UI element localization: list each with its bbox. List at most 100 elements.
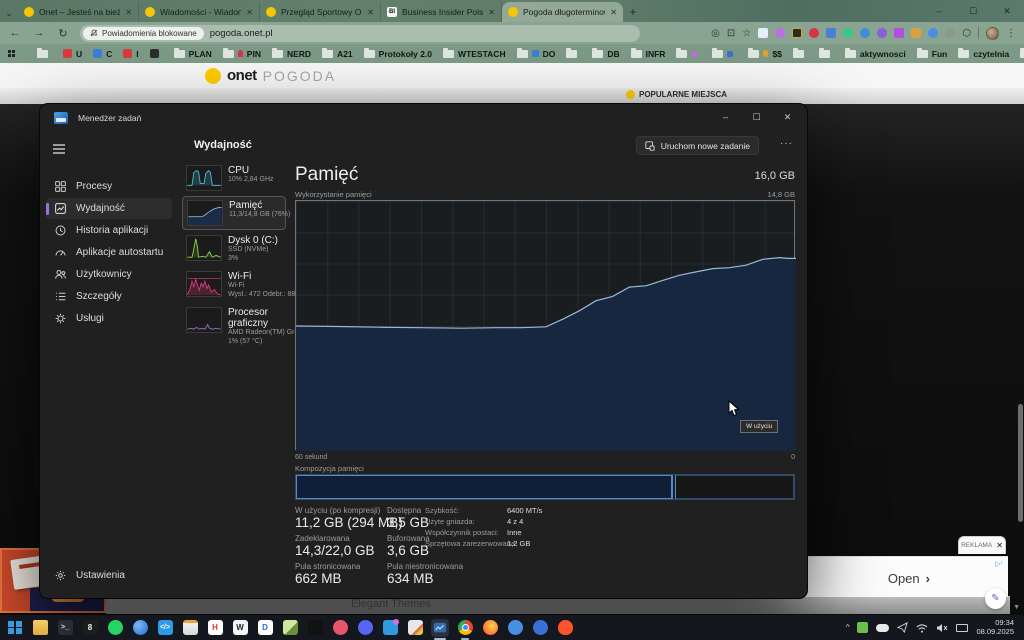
- bookmark-folder[interactable]: PLAN: [173, 47, 212, 59]
- reklama-close-icon[interactable]: ✕: [996, 541, 1003, 550]
- scrollbar-down-arrow[interactable]: ▼: [1013, 604, 1020, 611]
- extension-icon[interactable]: [894, 28, 905, 38]
- extension-icon[interactable]: [758, 28, 769, 38]
- brave-icon[interactable]: [556, 619, 574, 637]
- start-button[interactable]: [6, 619, 24, 637]
- bookmark-folder[interactable]: A21: [322, 47, 353, 59]
- sidebar-item-wydajnosc[interactable]: Wydajność: [46, 198, 172, 219]
- tab-wiadomosci[interactable]: Wiadomości - Wiadomości w O ✕: [139, 2, 260, 22]
- telegram-tray-icon[interactable]: [897, 622, 909, 633]
- browser-menu-icon[interactable]: ⋮: [1006, 28, 1016, 39]
- extension-icon[interactable]: [928, 28, 939, 38]
- keyboard-tray-icon[interactable]: [956, 623, 969, 632]
- adchoices-icon[interactable]: ▷ⁱ: [995, 560, 1002, 568]
- browser-minimize-button[interactable]: –: [922, 0, 956, 22]
- tm-minimize-button[interactable]: –: [710, 104, 741, 130]
- address-bar[interactable]: Powiadomienia blokowane pogoda.onet.pl: [80, 24, 640, 42]
- d-app-icon[interactable]: D: [256, 619, 274, 637]
- back-button[interactable]: ←: [8, 27, 22, 39]
- sidebar-item-procesy[interactable]: Procesy: [46, 176, 172, 197]
- location-icon[interactable]: ◎: [711, 28, 720, 39]
- tray-green-icon[interactable]: [857, 622, 869, 633]
- extension-icon[interactable]: [860, 28, 871, 38]
- bookmark-folder[interactable]: aktywnosci: [844, 47, 906, 59]
- discord-icon[interactable]: [356, 619, 374, 637]
- hamburger-menu-icon[interactable]: [52, 142, 66, 160]
- blue-app-icon[interactable]: [506, 619, 524, 637]
- bookmark-folder[interactable]: $$: [748, 47, 782, 59]
- new-tab-button[interactable]: +: [623, 2, 643, 22]
- whatsapp-icon[interactable]: [106, 619, 124, 637]
- task-manager-taskbar-icon[interactable]: [431, 618, 449, 640]
- bookmark-star-icon[interactable]: ☆: [742, 28, 751, 39]
- notes-app-icon[interactable]: [181, 619, 199, 637]
- ad-open-link[interactable]: Open ›: [888, 571, 930, 586]
- taskbar-clock[interactable]: 09:34 08.09.2025: [976, 618, 1018, 636]
- apps-grid-icon[interactable]: [8, 50, 15, 57]
- bookmark-folder[interactable]: NERD: [271, 47, 311, 59]
- bookmark-item[interactable]: U: [63, 49, 82, 59]
- sidebar-item-szczegoly[interactable]: Szczegóły: [46, 286, 172, 307]
- bookmark-folder[interactable]: [676, 47, 701, 58]
- metric-wifi[interactable]: Wi-Fi Wi-Fi Wysł.: 472 Odebr.: 888 K: [182, 268, 306, 302]
- tab-close-icon[interactable]: ✕: [125, 8, 132, 17]
- tab-onet[interactable]: Onet – Jesteś na bieżąco ✕: [18, 2, 139, 22]
- tab-close-icon[interactable]: ✕: [610, 8, 617, 17]
- metric-gpu[interactable]: Procesor graficzny AMD Radeon(TM) Grap 1% …: [182, 304, 302, 349]
- bookmark-item[interactable]: [149, 49, 163, 58]
- extension-icon[interactable]: [809, 28, 820, 38]
- extension-icon[interactable]: [792, 28, 803, 38]
- w-app-icon[interactable]: W: [231, 619, 249, 637]
- sidebar-item-aplikacje-autostartu[interactable]: Aplikacje autostartu: [46, 242, 172, 263]
- tm-close-button[interactable]: ✕: [772, 104, 803, 130]
- file-explorer-icon[interactable]: [31, 619, 49, 637]
- cast-app-icon[interactable]: [406, 619, 424, 637]
- dark-app-icon[interactable]: [306, 619, 324, 637]
- wifi-tray-icon[interactable]: [916, 623, 928, 633]
- bookmark-folder[interactable]: [792, 47, 808, 58]
- bookmark-folder[interactable]: DB: [592, 47, 620, 59]
- extensions-puzzle-icon[interactable]: ⬡: [962, 28, 971, 39]
- bookmark-folder[interactable]: Protokoły 2.0: [363, 47, 432, 59]
- extension-icon[interactable]: [911, 28, 922, 38]
- reklama-close-tab[interactable]: REKLAMA ✕: [958, 536, 1006, 554]
- sidebar-item-uslugi[interactable]: Usługi: [46, 308, 172, 329]
- memory-usage-graph[interactable]: [295, 200, 796, 451]
- tab-business-insider[interactable]: BI Business Insider Polska ✕: [381, 2, 502, 22]
- bookmark-folder[interactable]: Fun: [916, 47, 947, 59]
- h-app-icon[interactable]: H: [206, 619, 224, 637]
- onet-logo[interactable]: onet POGODA: [205, 67, 336, 84]
- bookmark-folder[interactable]: PIN: [222, 47, 261, 59]
- browser-close-button[interactable]: ✕: [990, 0, 1024, 22]
- profile-avatar[interactable]: [986, 26, 999, 40]
- page-scrollbar-thumb[interactable]: [1018, 404, 1023, 522]
- bookmark-folder[interactable]: [566, 47, 581, 58]
- memory-composition-bar[interactable]: [295, 474, 795, 500]
- tab-close-icon[interactable]: ✕: [367, 8, 374, 17]
- app-icon[interactable]: 8: [81, 619, 99, 637]
- game-app-icon[interactable]: [331, 619, 349, 637]
- tray-chevron-icon[interactable]: ^: [846, 623, 850, 632]
- bookmark-folder[interactable]: P: [1020, 47, 1024, 59]
- extension-icon[interactable]: [945, 28, 956, 38]
- bookmark-item[interactable]: I: [123, 49, 139, 59]
- forward-button[interactable]: →: [32, 27, 46, 39]
- bookmark-folder[interactable]: [818, 47, 834, 58]
- tm-maximize-button[interactable]: ☐: [741, 104, 772, 130]
- bookmark-folder[interactable]: WTESTACH: [443, 47, 506, 59]
- ad-pencil-icon[interactable]: ✎: [985, 588, 1006, 609]
- extension-icon[interactable]: [843, 28, 854, 38]
- bookmark-folder[interactable]: DO: [516, 47, 555, 59]
- extension-icon[interactable]: [775, 28, 786, 38]
- tab-pogoda-active[interactable]: Pogoda długoterminowa. Prog ✕: [502, 2, 623, 22]
- bookmark-folder[interactable]: czytelnia: [958, 47, 1009, 59]
- sidebar-item-ustawienia[interactable]: Ustawienia: [46, 565, 172, 586]
- browser-maximize-button[interactable]: ☐: [956, 0, 990, 22]
- tab-close-icon[interactable]: ✕: [488, 8, 495, 17]
- vscode-icon[interactable]: </>: [156, 619, 174, 637]
- photos-app-icon[interactable]: [281, 619, 299, 637]
- sidebar-item-uzytkownicy[interactable]: Użytkownicy: [46, 264, 172, 285]
- bookmark-folder[interactable]: INFR: [630, 47, 665, 59]
- volume-muted-icon[interactable]: [936, 623, 948, 633]
- reload-button[interactable]: ↻: [56, 27, 70, 40]
